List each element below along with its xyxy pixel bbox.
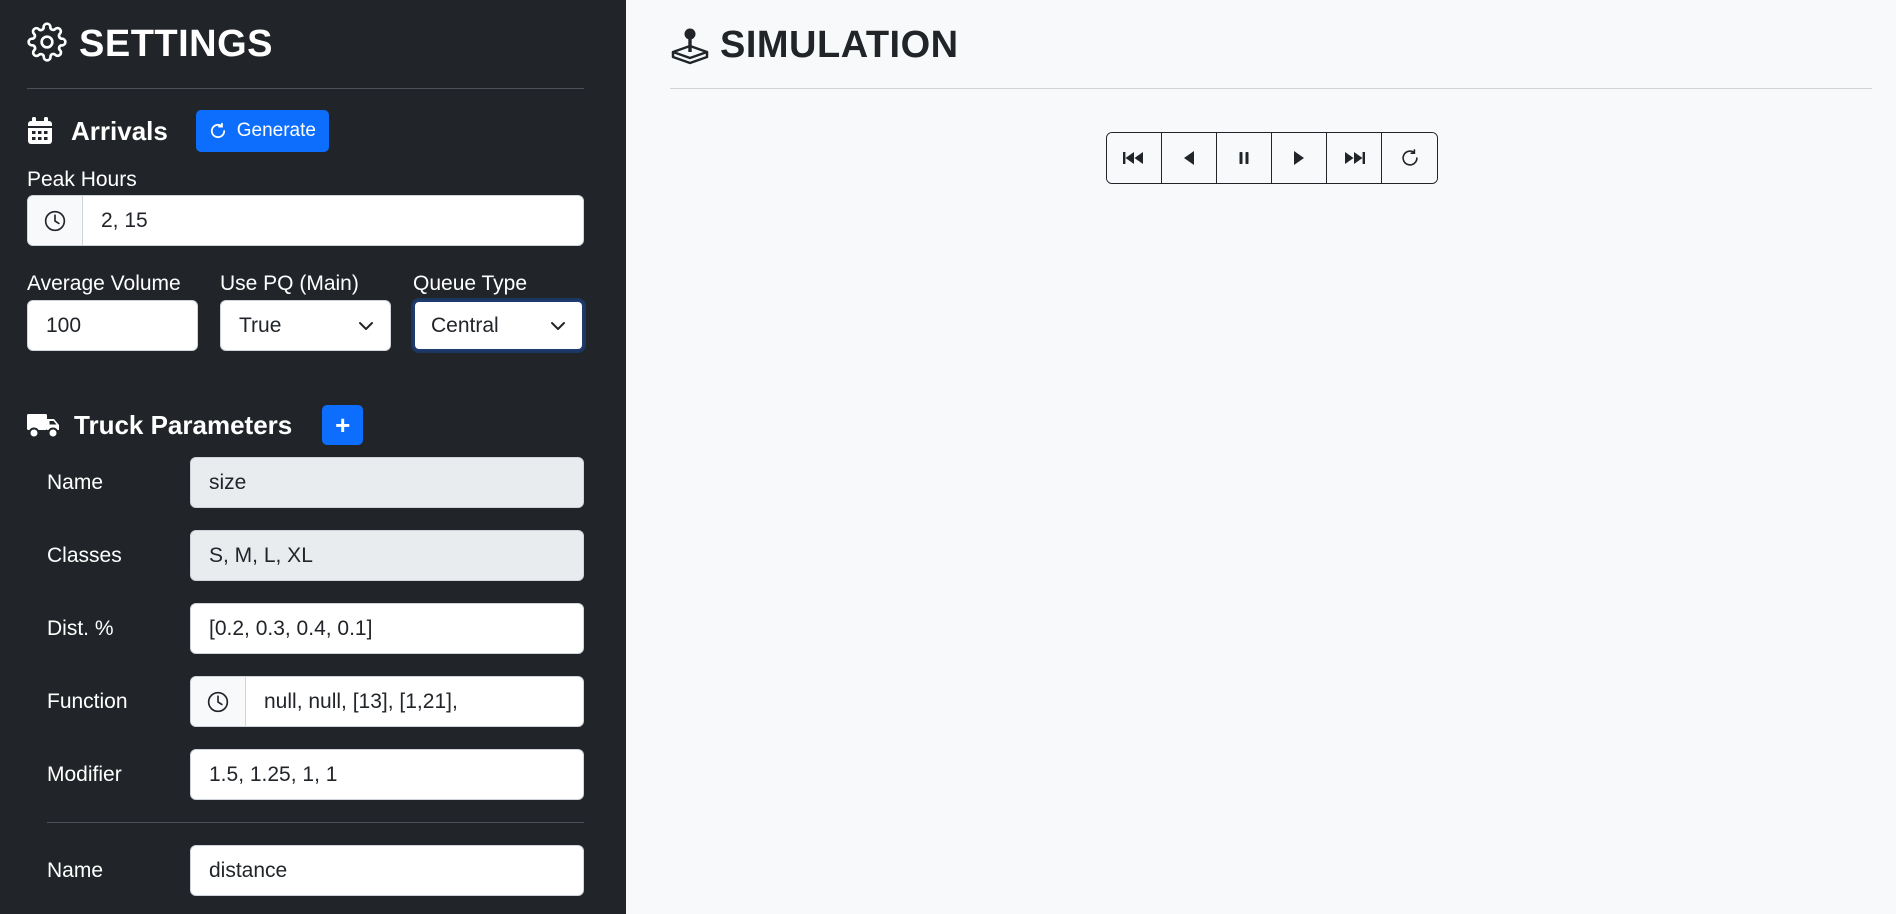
param-name-label: Name — [47, 471, 104, 494]
pause-button[interactable] — [1217, 133, 1272, 183]
param-modifier-input[interactable]: 1.5, 1.25, 1, 1 — [190, 749, 584, 800]
param-name-input[interactable]: size — [190, 457, 584, 508]
param-modifier-label: Modifier — [47, 763, 122, 786]
queue-type-select[interactable]: Central — [413, 300, 584, 351]
step-forward-icon — [1293, 150, 1305, 166]
settings-header: SETTINGS — [27, 22, 273, 67]
simulation-header: SIMULATION — [670, 24, 959, 67]
add-truck-param-button[interactable]: + — [322, 405, 364, 445]
clock-icon — [191, 677, 246, 726]
param-name-input[interactable]: distance — [190, 845, 584, 896]
reset-button[interactable] — [1382, 133, 1437, 183]
use-pq-label: Use PQ (Main) — [220, 272, 359, 295]
gear-icon — [27, 22, 67, 67]
param-modifier-value: 1.5, 1.25, 1, 1 — [209, 762, 338, 786]
simulation-divider — [670, 88, 1872, 89]
chevron-down-icon — [550, 321, 566, 331]
skip-forward-button[interactable] — [1327, 133, 1382, 183]
arrivals-header: Arrivals Generate — [27, 110, 329, 152]
step-forward-button[interactable] — [1272, 133, 1327, 183]
avg-volume-value: 100 — [46, 313, 82, 337]
param-dist-input[interactable]: [0.2, 0.3, 0.4, 0.1] — [190, 603, 584, 654]
param-function-label: Function — [47, 690, 128, 713]
pause-icon — [1238, 151, 1250, 165]
simulation-title: SIMULATION — [720, 24, 959, 66]
skip-back-button[interactable] — [1107, 133, 1162, 183]
use-pq-select[interactable]: True — [220, 300, 391, 351]
skip-back-icon — [1123, 151, 1145, 165]
settings-title: SETTINGS — [79, 23, 274, 65]
queue-type-value: Central — [431, 313, 499, 337]
param-dist-value: [0.2, 0.3, 0.4, 0.1] — [209, 616, 373, 640]
simulation-panel: SIMULATION — [626, 0, 1896, 914]
generate-label: Generate — [236, 120, 316, 141]
param-name-value: distance — [209, 858, 288, 882]
calendar-icon — [27, 117, 53, 145]
playback-controls — [1106, 132, 1438, 184]
param-dist-label: Dist. % — [47, 617, 114, 640]
skip-forward-icon — [1343, 151, 1365, 165]
param-classes-label: Classes — [47, 544, 122, 567]
queue-type-label: Queue Type — [413, 272, 528, 295]
reset-icon — [1400, 148, 1420, 168]
truck-params-header: Truck Parameters + — [27, 405, 364, 445]
refresh-icon — [209, 122, 227, 140]
arrivals-title: Arrivals — [71, 115, 168, 146]
param-divider — [47, 822, 584, 823]
param-name-label: Name — [47, 859, 104, 882]
truck-params-title: Truck Parameters — [74, 409, 293, 440]
generate-button[interactable]: Generate — [195, 110, 329, 152]
peak-hours-label: Peak Hours — [27, 168, 137, 191]
param-classes-value: S, M, L, XL — [209, 543, 313, 567]
peak-hours-input[interactable]: 2, 15 — [27, 195, 584, 246]
use-pq-value: True — [239, 313, 282, 337]
avg-volume-input[interactable]: 100 — [27, 300, 198, 351]
clock-icon — [28, 196, 83, 245]
param-function-input[interactable]: null, null, [13], [1,21], — [190, 676, 584, 727]
param-classes-input[interactable]: S, M, L, XL — [190, 530, 584, 581]
peak-hours-value: 2, 15 — [101, 208, 148, 232]
chevron-down-icon — [358, 321, 374, 331]
settings-divider — [27, 88, 584, 89]
joystick-icon — [670, 26, 710, 66]
avg-volume-label: Average Volume — [27, 272, 181, 295]
param-name-value: size — [209, 470, 247, 494]
param-function-value: null, null, [13], [1,21], — [264, 689, 458, 713]
step-back-icon — [1183, 150, 1195, 166]
step-back-button[interactable] — [1162, 133, 1217, 183]
settings-sidebar: SETTINGS Arrivals Generate Peak Hours 2,… — [0, 0, 626, 914]
truck-icon — [27, 411, 61, 439]
